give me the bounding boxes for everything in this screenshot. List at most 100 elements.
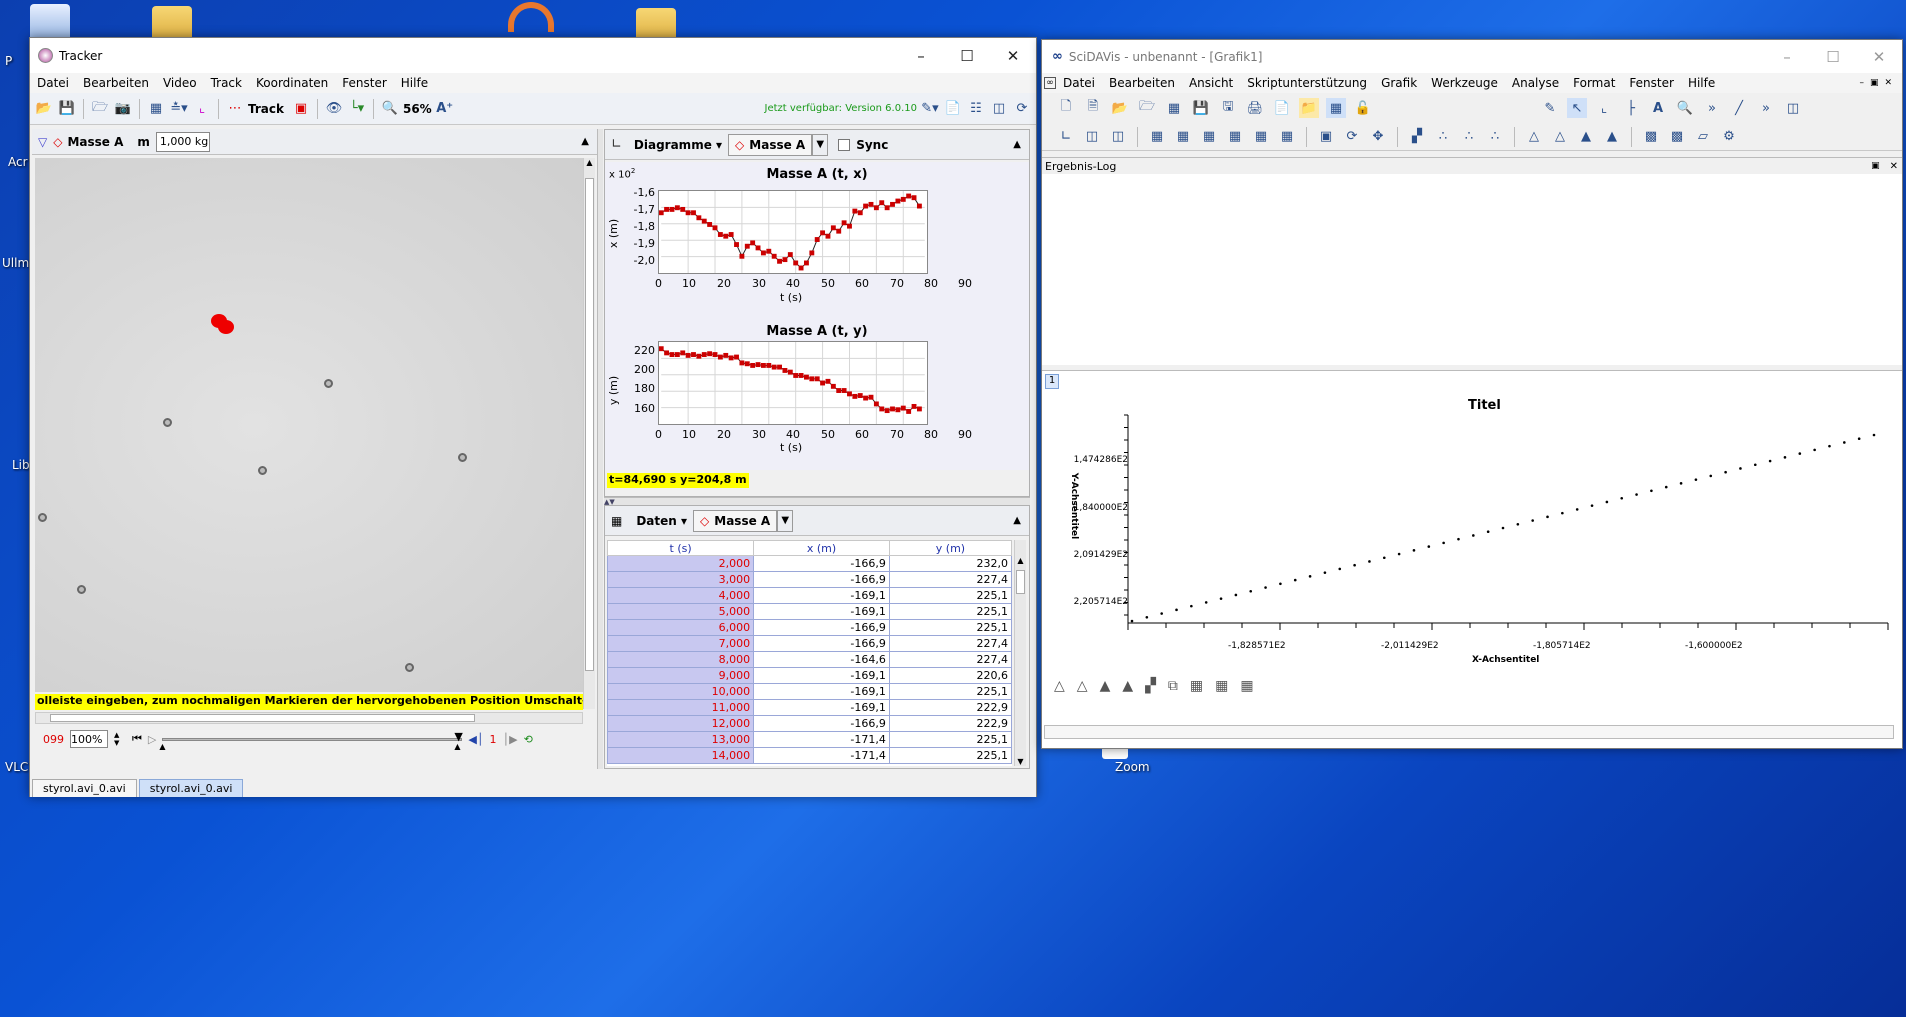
mesh-icon[interactable]: △	[1550, 127, 1570, 147]
grid-icon[interactable]: ▦	[1251, 127, 1271, 147]
menu-datei[interactable]: Datei	[1056, 76, 1102, 90]
export-icon[interactable]: 📷	[113, 99, 133, 119]
table-row[interactable]: 9,000 -169,1 220,6	[607, 667, 1012, 684]
log-float-icon[interactable]: ▣	[1871, 161, 1880, 171]
animate-icon[interactable]: ⚙	[1719, 127, 1739, 147]
mesh-icon[interactable]: △	[1054, 678, 1065, 694]
table-row[interactable]: 2,000 -166,9 232,0	[607, 555, 1012, 572]
text-tool-icon[interactable]: A	[1648, 98, 1668, 118]
surface-icon[interactable]: ▲	[1122, 678, 1133, 694]
collapse-arrow-icon[interactable]: ▲	[1013, 139, 1021, 150]
perspective-icon[interactable]: ▣	[1316, 127, 1336, 147]
fit-icon[interactable]: ✥	[1368, 127, 1388, 147]
save-as-icon[interactable]: 🖫	[1218, 98, 1238, 118]
rotate-icon[interactable]: ⟳	[1342, 127, 1362, 147]
points-3d-icon[interactable]: ∴	[1459, 127, 1479, 147]
cell-x[interactable]: -166,9	[753, 619, 890, 636]
cell-x[interactable]: -166,9	[753, 635, 890, 652]
cell-t[interactable]: 13,000	[607, 731, 755, 748]
layout-icon[interactable]: ◫	[1783, 98, 1803, 118]
cell-y[interactable]: 232,0	[888, 555, 1012, 572]
scroll-down-arrow[interactable]: ▼	[1015, 757, 1026, 766]
cell-x[interactable]: -166,9	[753, 715, 890, 732]
copy-icon[interactable]: ⧉	[1168, 678, 1178, 694]
open-icon[interactable]: 📂	[1110, 98, 1130, 118]
cell-t[interactable]: 5,000	[607, 603, 755, 620]
table-row[interactable]: 7,000 -166,9 227,4	[607, 635, 1012, 652]
save-icon[interactable]: 💾	[1191, 98, 1211, 118]
cell-t[interactable]: 4,000	[607, 587, 755, 604]
play-button[interactable]: ▷	[148, 733, 156, 746]
3d-box-icon[interactable]: ◫	[1082, 127, 1102, 147]
file-tab[interactable]: styrol.avi_0.avi	[32, 779, 137, 797]
plot-x-canvas[interactable]	[658, 190, 928, 274]
menu-video[interactable]: Video	[156, 76, 204, 90]
mdi-icon[interactable]: ∞	[1044, 77, 1056, 89]
particle-marker[interactable]	[77, 585, 86, 594]
menu-hilfe[interactable]: Hilfe	[394, 76, 435, 90]
video-horizontal-scrollbar[interactable]	[35, 712, 583, 724]
speed-stepper[interactable]: ▲ ▼	[114, 731, 126, 747]
scroll-up-arrow[interactable]: ▲	[1015, 556, 1026, 565]
pencil-icon[interactable]: ✎▾	[920, 99, 940, 119]
mdi-buttons[interactable]: –▣✕	[1859, 78, 1898, 88]
cell-y[interactable]: 222,9	[888, 715, 1012, 732]
step-size[interactable]: 1	[489, 733, 496, 746]
eye-icon[interactable]: 👁	[324, 99, 344, 119]
rewind-button[interactable]: ⏮	[132, 732, 142, 746]
cell-y[interactable]: 225,1	[888, 603, 1012, 620]
cell-x[interactable]: -164,6	[753, 651, 890, 668]
autotracker-icon[interactable]: ▣	[291, 99, 311, 119]
table-row[interactable]: 4,000 -169,1 225,1	[607, 587, 1012, 604]
open-template-icon[interactable]: 🗁	[1137, 98, 1157, 118]
zoom-icon[interactable]: 🔍	[1675, 98, 1695, 118]
menu-bearbeiten[interactable]: Bearbeiten	[1102, 76, 1182, 90]
memory-icon[interactable]: ◫	[989, 99, 1009, 119]
trails-icon[interactable]: └▾	[347, 99, 367, 119]
axes-icon[interactable]: ⌞	[192, 99, 212, 119]
cell-y[interactable]: 225,1	[888, 587, 1012, 604]
particle-marker[interactable]	[163, 418, 172, 427]
particle-marker[interactable]	[405, 663, 414, 672]
cell-x[interactable]: -171,4	[753, 731, 890, 748]
menu-format[interactable]: Format	[1566, 76, 1622, 90]
line-plot-icon[interactable]: ∟	[1056, 127, 1076, 147]
save-icon[interactable]: 💾	[57, 99, 77, 119]
playback-speed-field[interactable]	[70, 730, 108, 748]
step-back-button[interactable]: ◀│	[468, 733, 483, 746]
app-shortcut-icon[interactable]	[508, 2, 554, 32]
mesh-icon[interactable]: △	[1077, 678, 1088, 694]
collapse-arrow-icon[interactable]: ▲	[1013, 515, 1021, 526]
cell-x[interactable]: -169,1	[753, 587, 890, 604]
grid-icon[interactable]: ▦	[1277, 127, 1297, 147]
new-project-icon[interactable]: 🗋	[1056, 98, 1076, 118]
cell-t[interactable]: 11,000	[607, 699, 755, 716]
menu-skriptunterstuetzung[interactable]: Skriptunterstützung	[1240, 76, 1374, 90]
cell-y[interactable]: 222,9	[888, 699, 1012, 716]
graph-xlabel[interactable]: X-Achsentitel	[1472, 655, 1539, 665]
scidavis-titlebar[interactable]: ∞ SciDAVis - unbenannt - [Grafik1] – ☐ ✕	[1042, 40, 1902, 73]
axes-grid-icon[interactable]: ├	[1621, 98, 1641, 118]
cell-t[interactable]: 14,000	[607, 747, 755, 764]
edit-icon[interactable]: ✎	[1540, 98, 1560, 118]
maximize-button[interactable]: ☐	[944, 38, 990, 73]
pointer-icon[interactable]: ↖	[1567, 98, 1587, 118]
splitter-right[interactable]: ▲▼	[604, 497, 1030, 506]
print-icon[interactable]: 🖨	[1245, 98, 1265, 118]
zoom-icon[interactable]: 🔍	[380, 99, 400, 119]
cell-y[interactable]: 227,4	[888, 651, 1012, 668]
file-tab-active[interactable]: styrol.avi_0.avi	[138, 779, 244, 797]
open-icon[interactable]: 📂	[34, 99, 54, 119]
loop-button[interactable]: ⟲	[524, 733, 533, 746]
plot-track-arrow[interactable]: ▼	[812, 133, 829, 156]
close-button[interactable]: ✕	[990, 38, 1036, 73]
menu-analyse[interactable]: Analyse	[1505, 76, 1566, 90]
table-icon[interactable]: ▦	[1326, 98, 1346, 118]
particle-marker[interactable]	[258, 466, 267, 475]
slider-end-marker[interactable]: ▲	[454, 742, 460, 751]
floor-icon[interactable]: ▩	[1667, 127, 1687, 147]
3d-frame-icon[interactable]: ◫	[1108, 127, 1128, 147]
mesh-icon[interactable]: △	[1524, 127, 1544, 147]
graph-title[interactable]: Titel	[1468, 398, 1501, 413]
menu-grafik[interactable]: Grafik	[1374, 76, 1424, 90]
